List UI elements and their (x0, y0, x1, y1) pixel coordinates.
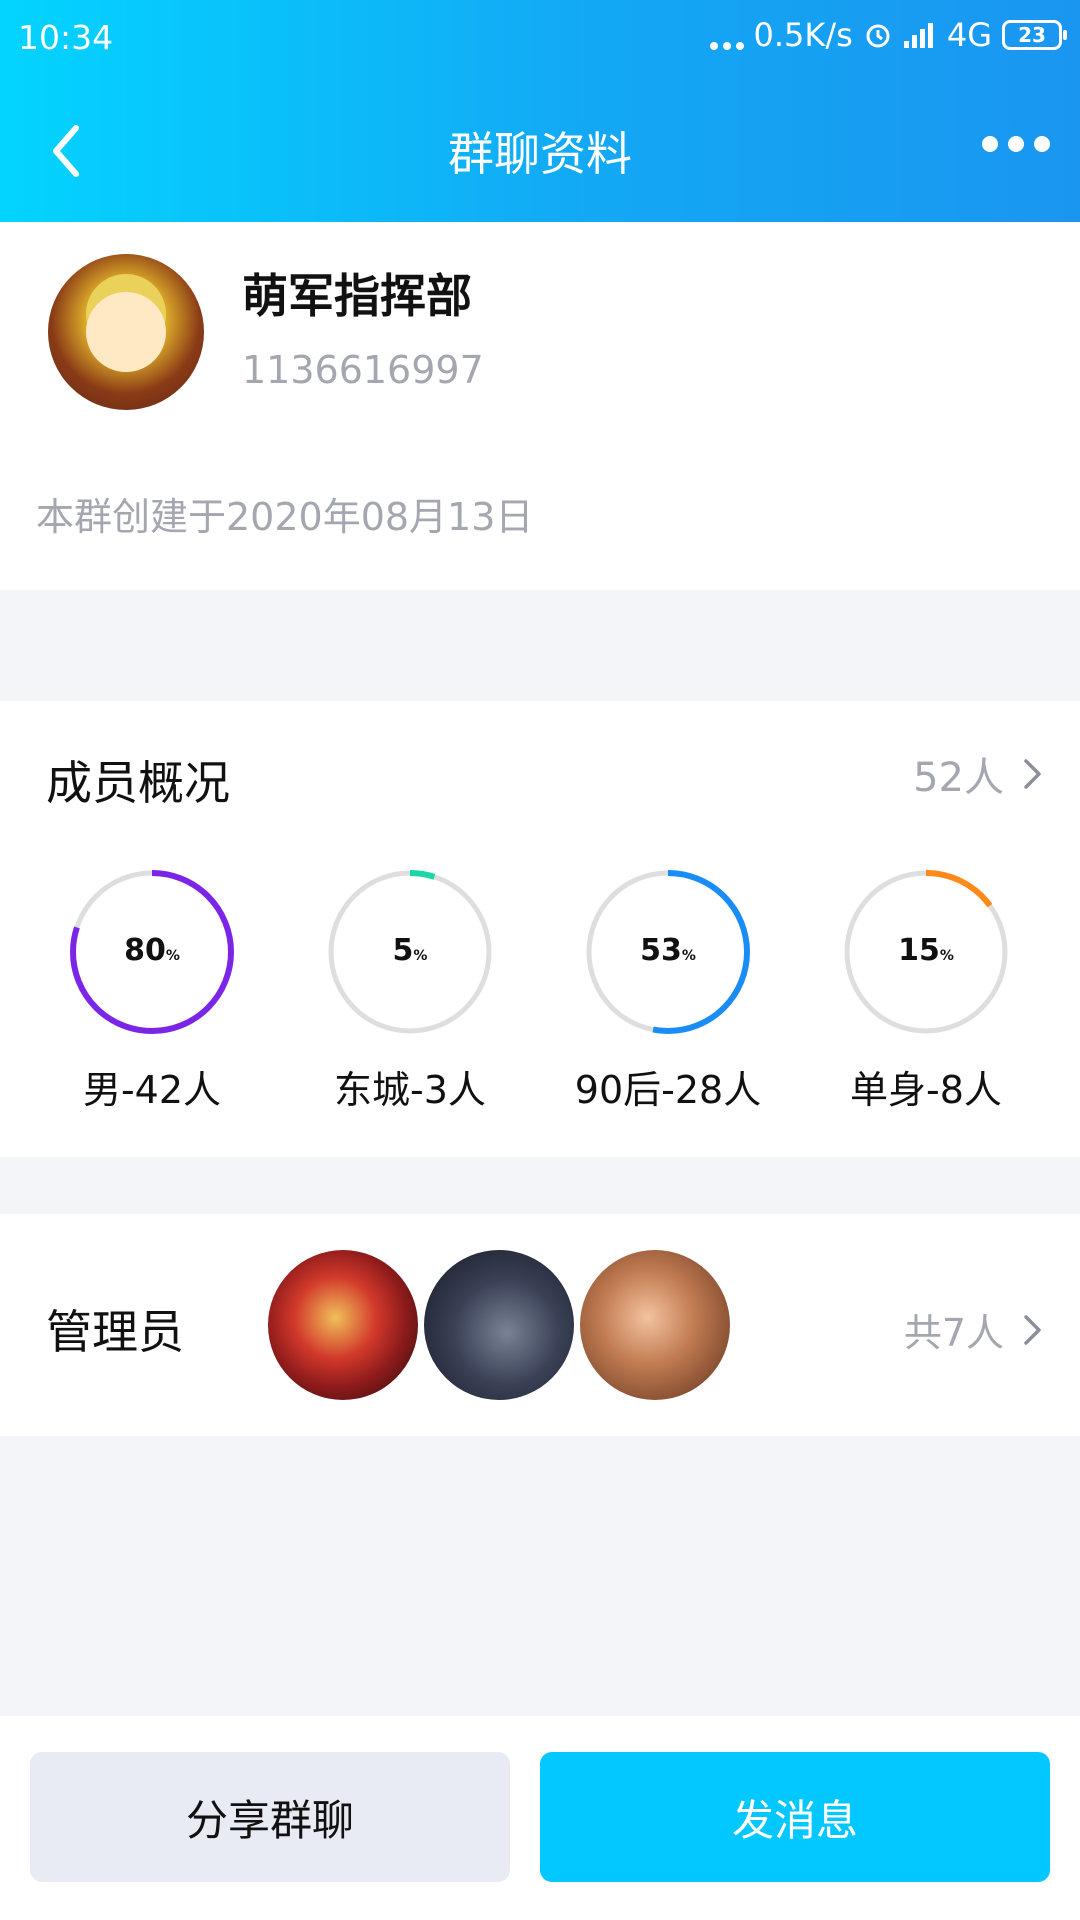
member-count-link[interactable]: 52人 (913, 745, 1044, 803)
send-message-button[interactable]: 发消息 (540, 1752, 1050, 1882)
stat-percent: 80% (124, 933, 180, 968)
stat-single: 15% 单身-8人 (826, 867, 1026, 1114)
notification-dots-icon (709, 20, 744, 50)
stat-percent: 53% (640, 933, 696, 968)
admin-count-link[interactable]: 共7人 (904, 1302, 1044, 1357)
nav-bar: 群聊资料 (0, 76, 1080, 222)
stat-age: 53% 90后-28人 (568, 867, 768, 1114)
stat-gender: 80% 男-42人 (52, 867, 252, 1114)
admin-title: 管理员 (46, 1305, 184, 1359)
network-type: 4G (946, 16, 992, 54)
group-avatar[interactable] (48, 254, 204, 410)
more-icon[interactable] (982, 136, 1050, 152)
stat-ring: 15% (841, 867, 1011, 1037)
header: 10:34 0.5K/s 4G 23 群聊资料 (0, 0, 1080, 222)
stat-label: 90后-28人 (574, 1068, 762, 1112)
page-title: 群聊资料 (448, 127, 632, 181)
avatar[interactable] (268, 1250, 418, 1400)
member-count: 52人 (913, 755, 1004, 801)
stat-label: 男-42人 (82, 1068, 222, 1112)
status-bar: 10:34 0.5K/s 4G 23 (0, 0, 1080, 76)
stat-ring: 80% (67, 867, 237, 1037)
member-overview[interactable]: 成员概况 52人 80% 男-42人 5% 东城-3人 53% 90后-28人 … (0, 701, 1080, 1157)
group-profile: 萌军指挥部 1136616997 本群创建于2020年08月13日 (0, 222, 1080, 590)
avatar[interactable] (580, 1250, 730, 1400)
share-group-button[interactable]: 分享群聊 (30, 1752, 510, 1882)
member-overview-title: 成员概况 (46, 756, 230, 810)
admin-count: 共7人 (903, 1311, 1004, 1355)
stat-label: 东城-3人 (334, 1068, 486, 1112)
bottom-action-bar: 分享群聊 发消息 (0, 1716, 1080, 1920)
stat-percent: 15% (898, 933, 954, 968)
signal-icon (903, 23, 933, 48)
stat-ring: 5% (325, 867, 495, 1037)
admin-section[interactable]: 管理员 共7人 (0, 1214, 1080, 1436)
stat-location: 5% 东城-3人 (310, 867, 510, 1114)
stat-percent: 5% (392, 933, 428, 968)
stat-label: 单身-8人 (850, 1068, 1002, 1112)
chevron-right-icon (1024, 759, 1041, 789)
battery-level: 23 (1018, 23, 1046, 47)
stat-ring: 53% (583, 867, 753, 1037)
chevron-right-icon (1024, 1314, 1041, 1345)
group-id: 1136616997 (242, 348, 484, 392)
network-speed: 0.5K/s (753, 16, 853, 54)
avatar[interactable] (424, 1250, 574, 1400)
status-time: 10:34 (18, 18, 114, 57)
group-name: 萌军指挥部 (242, 269, 472, 323)
group-created-date: 本群创建于2020年08月13日 (36, 495, 534, 539)
alarm-icon (866, 24, 890, 48)
battery-icon: 23 (1002, 20, 1067, 50)
status-right: 0.5K/s 4G 23 (709, 16, 1067, 54)
